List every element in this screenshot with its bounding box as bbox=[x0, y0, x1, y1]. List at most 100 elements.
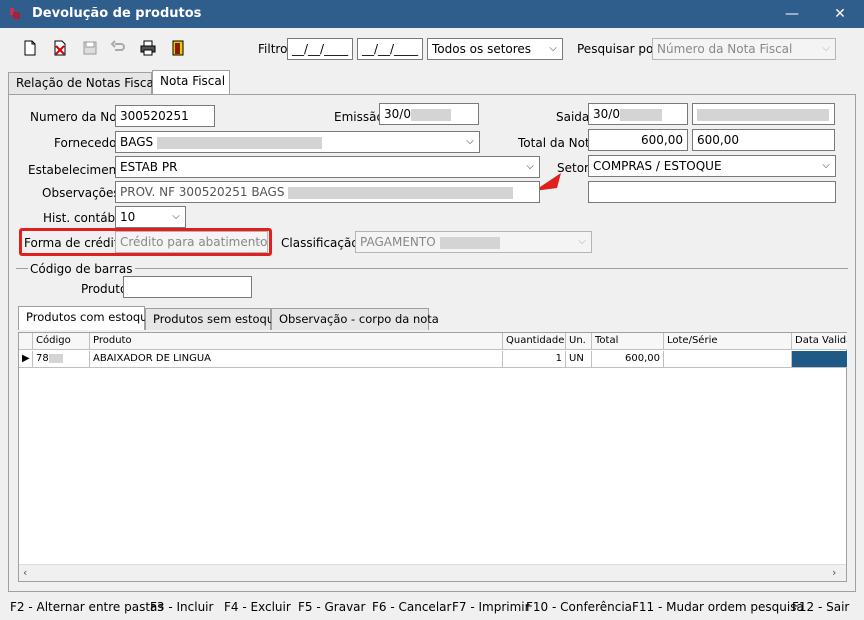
hist-contabil-value: 10 bbox=[120, 210, 136, 224]
numero-nota-input[interactable]: 300520251 bbox=[115, 105, 215, 127]
saida-extra-input[interactable] bbox=[692, 103, 835, 125]
numero-nota-label: Numero da Nota bbox=[30, 110, 129, 124]
saida-value: 30/0 bbox=[593, 107, 620, 121]
status-f3: F3 - Incluir bbox=[150, 600, 214, 614]
print-icon[interactable] bbox=[140, 40, 156, 56]
exit-door-icon[interactable] bbox=[170, 40, 186, 56]
column-header-codigo[interactable]: Código bbox=[33, 333, 90, 350]
barcode-produto-label: Produto bbox=[81, 282, 128, 296]
tab-nota-fiscal[interactable]: Nota Fiscal bbox=[152, 70, 230, 94]
total-nota-input-2[interactable]: 600,00 bbox=[692, 129, 835, 151]
status-f10: F10 - Conferência bbox=[526, 600, 633, 614]
classificacao-select[interactable]: PAGAMENTO ⌵ bbox=[355, 231, 592, 253]
redacted-value bbox=[48, 353, 63, 363]
cell-codigo-value: 78 bbox=[36, 353, 49, 364]
row-pointer-icon: ▶ bbox=[19, 351, 33, 368]
status-f2: F2 - Alternar entre pastas bbox=[10, 600, 164, 614]
search-by-select[interactable]: Número da Nota Fiscal ⌵ bbox=[652, 38, 836, 60]
column-header-lote-serie[interactable]: Lote/Série bbox=[664, 333, 792, 350]
date-to-input[interactable]: __/__/____ bbox=[357, 38, 423, 60]
forma-credito-select[interactable]: Crédito para abatimento ⌵ bbox=[115, 231, 268, 253]
toolbar: Filtro __/__/____ __/__/____ Todos os se… bbox=[0, 28, 864, 68]
column-header-quantidade[interactable]: Quantidade bbox=[503, 333, 566, 350]
estabelecimento-label: Estabelecimento bbox=[28, 163, 129, 177]
fornecedor-label: Fornecedor bbox=[54, 136, 122, 150]
redacted-value bbox=[288, 186, 514, 199]
status-bar: F2 - Alternar entre pastas F3 - Incluir … bbox=[0, 596, 864, 620]
saida-input[interactable]: 30/0 bbox=[588, 103, 688, 125]
setor-value: COMPRAS / ESTOQUE bbox=[593, 159, 722, 173]
cell-total: 600,00 bbox=[592, 351, 664, 368]
hist-contabil-select[interactable]: 10 ⌵ bbox=[115, 206, 186, 228]
cell-quantidade: 1 bbox=[503, 351, 566, 368]
sector-select[interactable]: Todos os setores ⌵ bbox=[427, 38, 563, 60]
classificacao-value: PAGAMENTO bbox=[360, 235, 436, 249]
main-window: Devolução de produtos — ✕ Filtro __/__/_… bbox=[0, 0, 864, 620]
barcode-group-label: Código de barras bbox=[28, 262, 135, 276]
app-icon bbox=[10, 8, 20, 19]
status-f7: F7 - Imprimir bbox=[452, 600, 530, 614]
search-by-value: Número da Nota Fiscal bbox=[657, 42, 793, 56]
estabelecimento-select[interactable]: ESTAB PR ⌵ bbox=[115, 156, 540, 178]
fornecedor-select[interactable]: BAGS ⌵ bbox=[115, 131, 480, 153]
cell-un: UN bbox=[566, 351, 592, 368]
redacted-value bbox=[439, 236, 500, 249]
observacoes-value: PROV. NF 300520251 BAGS bbox=[120, 185, 285, 199]
chevron-down-icon: ⌵ bbox=[466, 136, 474, 147]
new-document-icon[interactable] bbox=[22, 40, 38, 56]
total-nota-label: Total da Nota bbox=[518, 136, 598, 150]
minimize-button[interactable]: — bbox=[778, 4, 806, 24]
total-nota-input[interactable]: 600,00 bbox=[588, 129, 688, 151]
undo-icon[interactable] bbox=[110, 40, 126, 56]
redacted-value bbox=[410, 108, 451, 121]
column-header-data-validade[interactable]: Data Valida bbox=[792, 333, 847, 350]
forma-credito-value: Crédito para abatimento bbox=[120, 235, 268, 249]
tab-relacao-notas[interactable]: Relação de Notas Fiscais bbox=[8, 72, 163, 94]
scroll-left-icon[interactable]: ‹ bbox=[23, 566, 27, 579]
observacoes-label: Observações bbox=[42, 186, 120, 200]
date-from-input[interactable]: __/__/____ bbox=[287, 38, 353, 60]
redacted-value bbox=[156, 136, 322, 149]
window-title: Devolução de produtos bbox=[32, 6, 202, 21]
redacted-value bbox=[619, 108, 662, 121]
cell-data-validade bbox=[792, 351, 847, 368]
emissao-input[interactable]: 30/0 bbox=[379, 103, 479, 125]
observacoes-input[interactable]: PROV. NF 300520251 BAGS bbox=[115, 181, 540, 203]
scroll-right-icon[interactable]: › bbox=[832, 566, 836, 579]
tab-produtos-sem-estoque[interactable]: Produtos sem estoque bbox=[145, 308, 281, 330]
chevron-down-icon: ⌵ bbox=[578, 236, 586, 247]
chevron-down-icon: ⌵ bbox=[822, 160, 830, 171]
tab-produtos-com-estoque[interactable]: Produtos com estoque bbox=[18, 306, 155, 330]
status-f6: F6 - Cancelar bbox=[372, 600, 452, 614]
products-grid: Código Produto Quantidade Un. Total Lote… bbox=[18, 332, 847, 582]
delete-document-icon[interactable] bbox=[52, 40, 68, 56]
hist-contabil-label: Hist. contábil: bbox=[43, 211, 126, 225]
chevron-down-icon: ⌵ bbox=[254, 236, 262, 247]
barcode-produto-input[interactable] bbox=[123, 276, 252, 298]
status-f4: F4 - Excluir bbox=[224, 600, 291, 614]
column-header-un[interactable]: Un. bbox=[566, 333, 592, 350]
row-indicator-header bbox=[19, 333, 33, 350]
status-f5: F5 - Gravar bbox=[298, 600, 366, 614]
search-by-label: Pesquisar por bbox=[577, 42, 659, 56]
chevron-down-icon: ⌵ bbox=[549, 43, 557, 54]
sector-select-value: Todos os setores bbox=[432, 42, 532, 56]
tab-observacao-corpo[interactable]: Observação - corpo da nota bbox=[271, 308, 439, 330]
estabelecimento-value: ESTAB PR bbox=[120, 160, 178, 174]
title-bar: Devolução de produtos — ✕ bbox=[0, 0, 864, 28]
status-f11: F11 - Mudar ordem pesquisa bbox=[632, 600, 804, 614]
close-button[interactable]: ✕ bbox=[826, 4, 854, 24]
horizontal-scrollbar[interactable]: ‹ › bbox=[19, 564, 846, 581]
setor-select[interactable]: COMPRAS / ESTOQUE ⌵ bbox=[588, 155, 836, 177]
redacted-value bbox=[697, 108, 829, 121]
column-header-total[interactable]: Total bbox=[592, 333, 664, 350]
filter-label: Filtro bbox=[258, 42, 288, 56]
column-header-produto[interactable]: Produto bbox=[90, 333, 503, 350]
cell-produto: ABAIXADOR DE LINGUA bbox=[90, 351, 503, 368]
classificacao-label: Classificação: bbox=[281, 236, 363, 250]
emissao-value: 30/0 bbox=[384, 107, 411, 121]
save-icon[interactable] bbox=[82, 40, 98, 56]
chevron-down-icon: ⌵ bbox=[172, 211, 180, 222]
setor-extra-input[interactable] bbox=[588, 181, 836, 203]
chevron-down-icon: ⌵ bbox=[822, 43, 830, 54]
